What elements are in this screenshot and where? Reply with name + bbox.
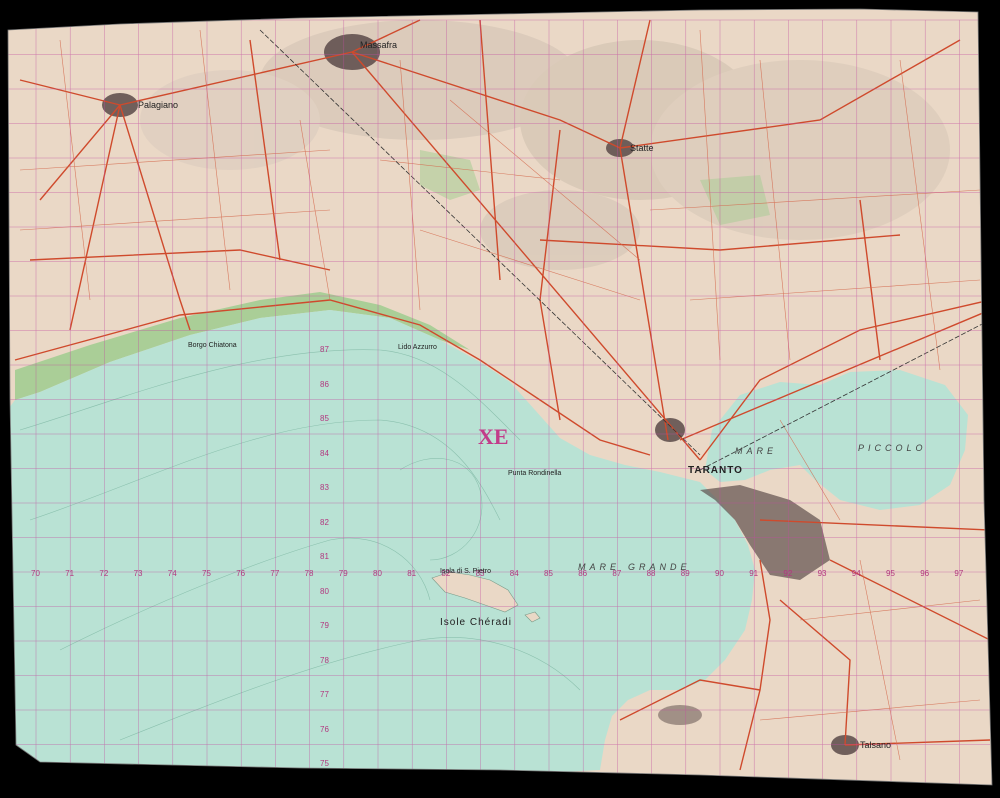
grid-y-label: 77 — [320, 690, 329, 699]
grid-x-label: 81 — [407, 569, 417, 578]
grid-x-label: 90 — [715, 569, 724, 578]
place-label-massafra: Massafra — [360, 40, 398, 50]
place-label-san-pietro: Isola di S. Pietro — [440, 568, 491, 575]
grid-x-label: 70 — [31, 569, 40, 578]
sea-label-mare-top: MARE — [735, 446, 778, 456]
place-label-chiatona: Borgo Chiatona — [188, 342, 237, 349]
grid-x-label: 95 — [886, 569, 895, 578]
grid-x-label: 76 — [236, 569, 246, 578]
grid-x-label: 91 — [749, 569, 759, 578]
topographic-map — [0, 0, 1000, 798]
sea-label-mare-grande-2: GRANDE — [628, 562, 691, 572]
grid-x-label: 77 — [270, 569, 280, 578]
grid-x-label: 97 — [954, 569, 964, 578]
city-label-taranto: TARANTO — [688, 465, 743, 476]
grid-y-label: 82 — [320, 517, 329, 527]
grid-x-label: 84 — [509, 569, 519, 578]
grid-y-label: 76 — [320, 724, 329, 734]
place-label-punta-rondinella: Punta Rondinella — [508, 470, 562, 477]
grid-x-label: 79 — [338, 569, 348, 578]
grid-y-label: 84 — [320, 448, 329, 458]
grid-x-label: 74 — [167, 569, 177, 578]
grid-y-label: 78 — [320, 655, 329, 665]
grid-x-label: 71 — [65, 569, 75, 578]
place-label-talsano: Talsano — [860, 740, 892, 750]
grid-x-label: 92 — [783, 569, 793, 578]
grid-y-label: 86 — [320, 379, 329, 389]
sea-label-piccolo: PICCOLO — [858, 443, 927, 453]
grid-x-label: 85 — [544, 569, 553, 578]
grid-y-label: 80 — [320, 586, 329, 596]
grid-zone-label: XE — [478, 424, 509, 449]
grid-x-label: 93 — [817, 569, 827, 578]
grid-x-label: 78 — [304, 569, 314, 578]
grid-y-label: 83 — [320, 483, 329, 492]
grid-y-label: 79 — [320, 621, 329, 630]
grid-x-label: 94 — [851, 569, 861, 578]
island-label-cheradi: Isole Chéradi — [440, 617, 512, 628]
grid-x-label: 96 — [920, 569, 930, 578]
place-label-statte: Statte — [630, 143, 654, 153]
grid-y-label: 85 — [320, 414, 329, 423]
place-label-lido-azzurro: Lido Azzurro — [398, 344, 437, 351]
grid-y-label: 81 — [320, 552, 329, 561]
grid-y-label: 87 — [320, 345, 329, 354]
grid-x-label: 75 — [202, 569, 211, 578]
grid-x-label: 80 — [373, 569, 382, 578]
place-label-palagiano: Palagiano — [138, 100, 179, 110]
sea-label-mare-grande-1: MARE — [578, 562, 621, 572]
grid-x-label: 72 — [99, 569, 109, 578]
grid-x-label: 73 — [133, 569, 143, 578]
grid-y-label: 75 — [320, 759, 329, 768]
